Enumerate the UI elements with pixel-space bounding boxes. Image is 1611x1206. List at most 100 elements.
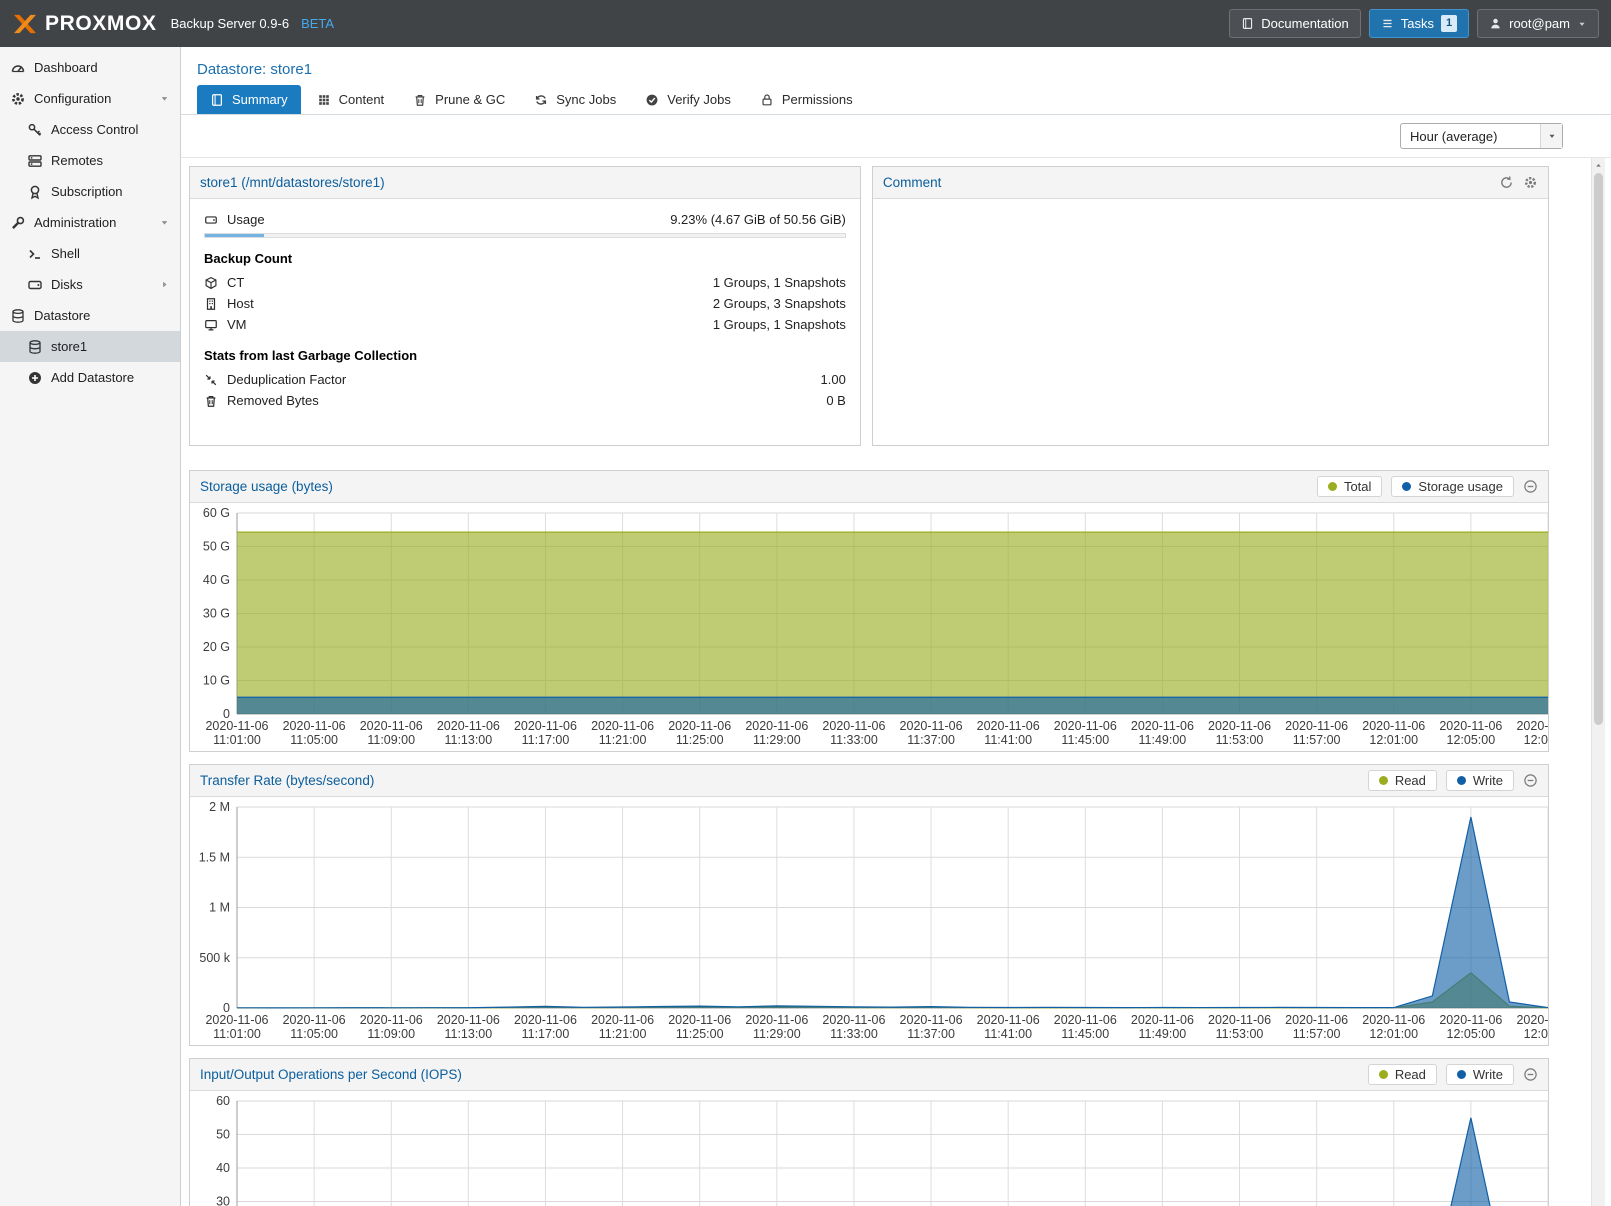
sidebar-item-store1[interactable]: store1 <box>0 331 180 362</box>
sidebar-item-subscription[interactable]: Subscription <box>0 176 180 207</box>
tab-label: Permissions <box>782 92 853 107</box>
iops-chart: 01020304050602020-11-0611:01:002020-11-0… <box>190 1091 1548 1206</box>
scroll-region: store1 (/mnt/datastores/store1) Usage 9.… <box>181 158 1611 1206</box>
compress-icon <box>204 373 218 387</box>
tasks-button[interactable]: Tasks 1 <box>1369 9 1469 38</box>
comment-content[interactable] <box>873 199 1548 219</box>
sidebar: Dashboard Configuration Access Control R… <box>0 47 181 1206</box>
svg-text:11:17:00: 11:17:00 <box>522 733 570 747</box>
row-label: Removed Bytes <box>227 393 319 408</box>
svg-text:2020-11-06: 2020-11-06 <box>745 719 808 733</box>
timeframe-select[interactable]: Hour (average) <box>1400 123 1563 149</box>
svg-text:11:33:00: 11:33:00 <box>830 1027 878 1041</box>
gear-icon[interactable] <box>1523 175 1538 190</box>
svg-text:12:05:00: 12:05:00 <box>1447 733 1496 747</box>
sidebar-item-datastore[interactable]: Datastore <box>0 300 180 331</box>
svg-text:2020-11-06: 2020-11-06 <box>822 1013 885 1027</box>
svg-text:2020-11-06: 2020-11-06 <box>360 719 423 733</box>
combo-trigger[interactable] <box>1540 124 1562 148</box>
svg-text:11:37:00: 11:37:00 <box>907 733 955 747</box>
legend-write[interactable]: Write <box>1446 1064 1514 1085</box>
sidebar-item-add-datastore[interactable]: Add Datastore <box>0 362 180 393</box>
tab-prune-gc[interactable]: Prune & GC <box>400 85 518 114</box>
sidebar-item-label: Datastore <box>34 308 90 323</box>
svg-text:2020-11-06: 2020-11-06 <box>514 1013 577 1027</box>
collapse-chart-icon[interactable] <box>1523 479 1538 494</box>
chevron-down-icon[interactable] <box>159 93 170 104</box>
legend-write[interactable]: Write <box>1446 770 1514 791</box>
cube-icon <box>204 276 218 290</box>
scrollbar-thumb[interactable] <box>1594 173 1603 725</box>
svg-text:11:49:00: 11:49:00 <box>1139 733 1187 747</box>
sidebar-item-administration[interactable]: Administration <box>0 207 180 238</box>
user-menu-button[interactable]: root@pam <box>1477 9 1599 38</box>
collapse-chart-icon[interactable] <box>1523 773 1538 788</box>
sidebar-item-label: Remotes <box>51 153 103 168</box>
beta-link[interactable]: BETA <box>301 16 334 31</box>
svg-text:11:25:00: 11:25:00 <box>676 1027 724 1041</box>
panel-title: Storage usage (bytes) <box>200 479 333 494</box>
storage-usage-chart-panel: Storage usage (bytes) Total Storage usag… <box>189 470 1549 752</box>
legend-read[interactable]: Read <box>1368 1064 1437 1085</box>
panel-header: store1 (/mnt/datastores/store1) <box>190 167 860 199</box>
svg-text:11:45:00: 11:45:00 <box>1061 1027 1109 1041</box>
svg-text:12:01:00: 12:01:00 <box>1369 733 1418 747</box>
gear-icon <box>10 91 26 107</box>
collapse-chart-icon[interactable] <box>1523 1067 1538 1082</box>
legend-label: Write <box>1473 773 1503 788</box>
usage-value: 9.23% (4.67 GiB of 50.56 GiB) <box>670 212 846 227</box>
tab-content[interactable]: Content <box>304 85 398 114</box>
svg-text:20 G: 20 G <box>203 640 230 654</box>
chevron-down-icon[interactable] <box>159 217 170 228</box>
sidebar-item-remotes[interactable]: Remotes <box>0 145 180 176</box>
svg-text:2020-11-06: 2020-11-06 <box>745 1013 808 1027</box>
book-icon <box>1241 17 1254 30</box>
row-value: 1.00 <box>821 372 846 387</box>
sidebar-item-label: Dashboard <box>34 60 98 75</box>
svg-text:11:57:00: 11:57:00 <box>1293 1027 1341 1041</box>
sidebar-item-disks[interactable]: Disks <box>0 269 180 300</box>
svg-text:2020-11-06: 2020-11-06 <box>977 1013 1040 1027</box>
svg-text:11:09:00: 11:09:00 <box>367 733 415 747</box>
svg-text:2020-11-06: 2020-11-06 <box>514 719 577 733</box>
svg-text:11:29:00: 11:29:00 <box>753 1027 801 1041</box>
proxmox-logo: PROXMOX <box>12 12 157 36</box>
legend-total[interactable]: Total <box>1317 476 1382 497</box>
panel-header: Comment <box>873 167 1548 199</box>
svg-text:11:41:00: 11:41:00 <box>984 733 1032 747</box>
database-icon <box>10 308 26 324</box>
svg-text:10 G: 10 G <box>203 674 230 688</box>
refresh-icon[interactable] <box>1499 175 1514 190</box>
svg-text:2020-11-06: 2020-11-06 <box>1516 719 1548 733</box>
tab-verify-jobs[interactable]: Verify Jobs <box>632 85 744 114</box>
gc-row-dedup: Deduplication Factor 1.00 <box>204 369 846 390</box>
sidebar-item-dashboard[interactable]: Dashboard <box>0 52 180 83</box>
tab-label: Verify Jobs <box>667 92 731 107</box>
legend-read[interactable]: Read <box>1368 770 1437 791</box>
legend-label: Total <box>1344 479 1371 494</box>
certificate-icon <box>27 184 43 200</box>
sidebar-item-shell[interactable]: Shell <box>0 238 180 269</box>
sidebar-item-label: Disks <box>51 277 83 292</box>
vertical-scrollbar[interactable] <box>1591 158 1605 1206</box>
svg-text:2020-11-06: 2020-11-06 <box>591 719 654 733</box>
tab-permissions[interactable]: Permissions <box>747 85 866 114</box>
tasks-label: Tasks <box>1401 16 1434 31</box>
panel-title: Input/Output Operations per Second (IOPS… <box>200 1067 462 1082</box>
tab-sync-jobs[interactable]: Sync Jobs <box>521 85 629 114</box>
gc-stats-heading: Stats from last Garbage Collection <box>204 348 846 363</box>
gc-row-removed-bytes: Removed Bytes 0 B <box>204 390 846 411</box>
svg-text:2020-11-06: 2020-11-06 <box>1362 719 1425 733</box>
sidebar-item-access-control[interactable]: Access Control <box>0 114 180 145</box>
legend-storage-usage[interactable]: Storage usage <box>1391 476 1514 497</box>
svg-text:2020-11-06: 2020-11-06 <box>1439 719 1502 733</box>
tab-label: Sync Jobs <box>556 92 616 107</box>
backup-row-vm: VM 1 Groups, 1 Snapshots <box>204 314 846 335</box>
sidebar-item-configuration[interactable]: Configuration <box>0 83 180 114</box>
tab-summary[interactable]: Summary <box>197 85 301 114</box>
scroll-up-arrow[interactable] <box>1592 158 1605 172</box>
svg-text:12:01:00: 12:01:00 <box>1369 1027 1418 1041</box>
chevron-right-icon[interactable] <box>159 279 170 290</box>
documentation-button[interactable]: Documentation <box>1229 9 1360 38</box>
svg-text:2020-11-06: 2020-11-06 <box>591 1013 654 1027</box>
